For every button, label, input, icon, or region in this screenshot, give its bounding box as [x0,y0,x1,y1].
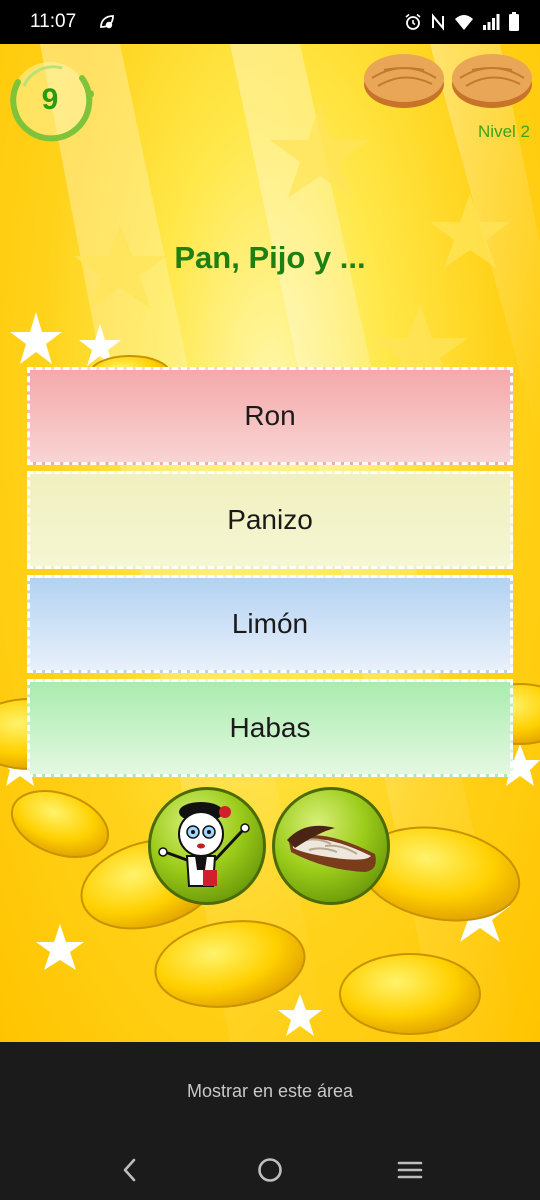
recents-icon [397,1161,423,1179]
status-bar: 11:07 [0,0,540,44]
pie-life-icon [364,54,444,108]
helper-buttons [148,787,390,905]
answer-option-2[interactable]: Panizo [27,471,513,569]
game-screen: 9 Nivel 2 Pan, Pijo y ... Ron Panizo Lim… [0,44,540,1042]
question-text: Pan, Pijo y ... [174,240,366,275]
answer-option-4[interactable]: Habas [27,679,513,777]
timer-value: 9 [41,83,59,116]
answer-option-3[interactable]: Limón [27,575,513,673]
recents-button[interactable] [390,1150,430,1190]
wifi-icon [455,15,473,30]
nfc-icon [432,13,444,31]
sandwich-helper-icon [287,825,376,872]
signal-icon [483,14,500,30]
ad-placeholder-text: Mostrar en este área [186,1080,354,1101]
navigation-bar [0,1140,540,1200]
pie-life-icon [452,54,532,108]
ad-area[interactable]: Mostrar en este área [0,1042,540,1140]
character-helper-icon [158,802,250,887]
answer-option-1[interactable]: Ron [27,367,513,465]
character-helper-button[interactable] [148,787,266,905]
back-button[interactable] [110,1150,150,1190]
back-icon [123,1158,136,1182]
sandwich-helper-button[interactable] [272,787,390,905]
answer-list: Ron Panizo Limón Habas [27,367,513,783]
status-icons [404,12,520,32]
battery-icon [509,12,519,31]
leaf-notification-icon [100,15,115,29]
home-button[interactable] [250,1150,290,1190]
status-time: 11:07 [30,11,77,32]
lives [362,48,534,110]
home-icon [258,1158,282,1182]
level-label: Nivel 2 [478,122,530,141]
timer: 9 [2,54,102,146]
alarm-icon [405,13,421,30]
